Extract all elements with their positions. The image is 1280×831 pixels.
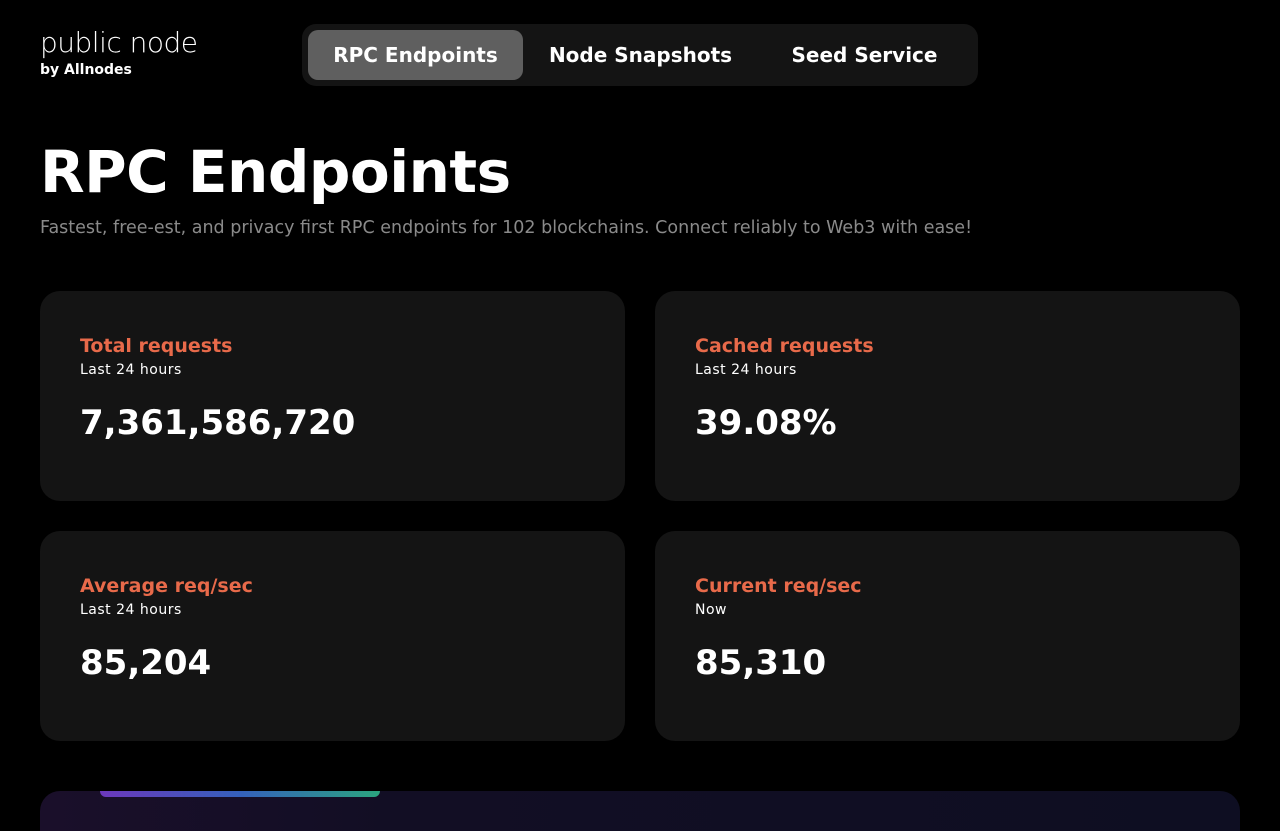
stat-title: Average req/sec (80, 575, 253, 597)
logo[interactable]: public node by Allnodes (40, 26, 198, 78)
stat-card-cached-requests: Cached requests Last 24 hours 39.08% (655, 291, 1240, 501)
stat-value: 7,361,586,720 (80, 403, 356, 443)
stat-period: Last 24 hours (80, 602, 182, 618)
banner-glow-decoration (100, 791, 380, 797)
tab-node-snapshots[interactable]: Node Snapshots (523, 30, 758, 80)
stat-title: Total requests (80, 335, 233, 357)
stat-value: 39.08% (695, 403, 837, 443)
tab-seed-service[interactable]: Seed Service (758, 30, 971, 80)
stat-card-current-req-sec: Current req/sec Now 85,310 (655, 531, 1240, 741)
stat-value: 85,204 (80, 643, 212, 683)
stat-card-total-requests: Total requests Last 24 hours 7,361,586,7… (40, 291, 625, 501)
stat-period: Now (695, 602, 727, 618)
stat-value: 85,310 (695, 643, 827, 683)
page-subtitle: Fastest, free-est, and privacy first RPC… (40, 218, 973, 238)
page-title: RPC Endpoints (40, 138, 511, 206)
logo-wordmark: public node (40, 26, 198, 59)
main-nav: RPC Endpoints Node Snapshots Seed Servic… (302, 24, 978, 86)
logo-tagline: by Allnodes (40, 62, 132, 78)
next-section-banner (40, 791, 1240, 831)
stat-title: Cached requests (695, 335, 874, 357)
stat-title: Current req/sec (695, 575, 862, 597)
stat-period: Last 24 hours (80, 362, 182, 378)
stat-card-average-req-sec: Average req/sec Last 24 hours 85,204 (40, 531, 625, 741)
stat-period: Last 24 hours (695, 362, 797, 378)
tab-rpc-endpoints[interactable]: RPC Endpoints (308, 30, 523, 80)
